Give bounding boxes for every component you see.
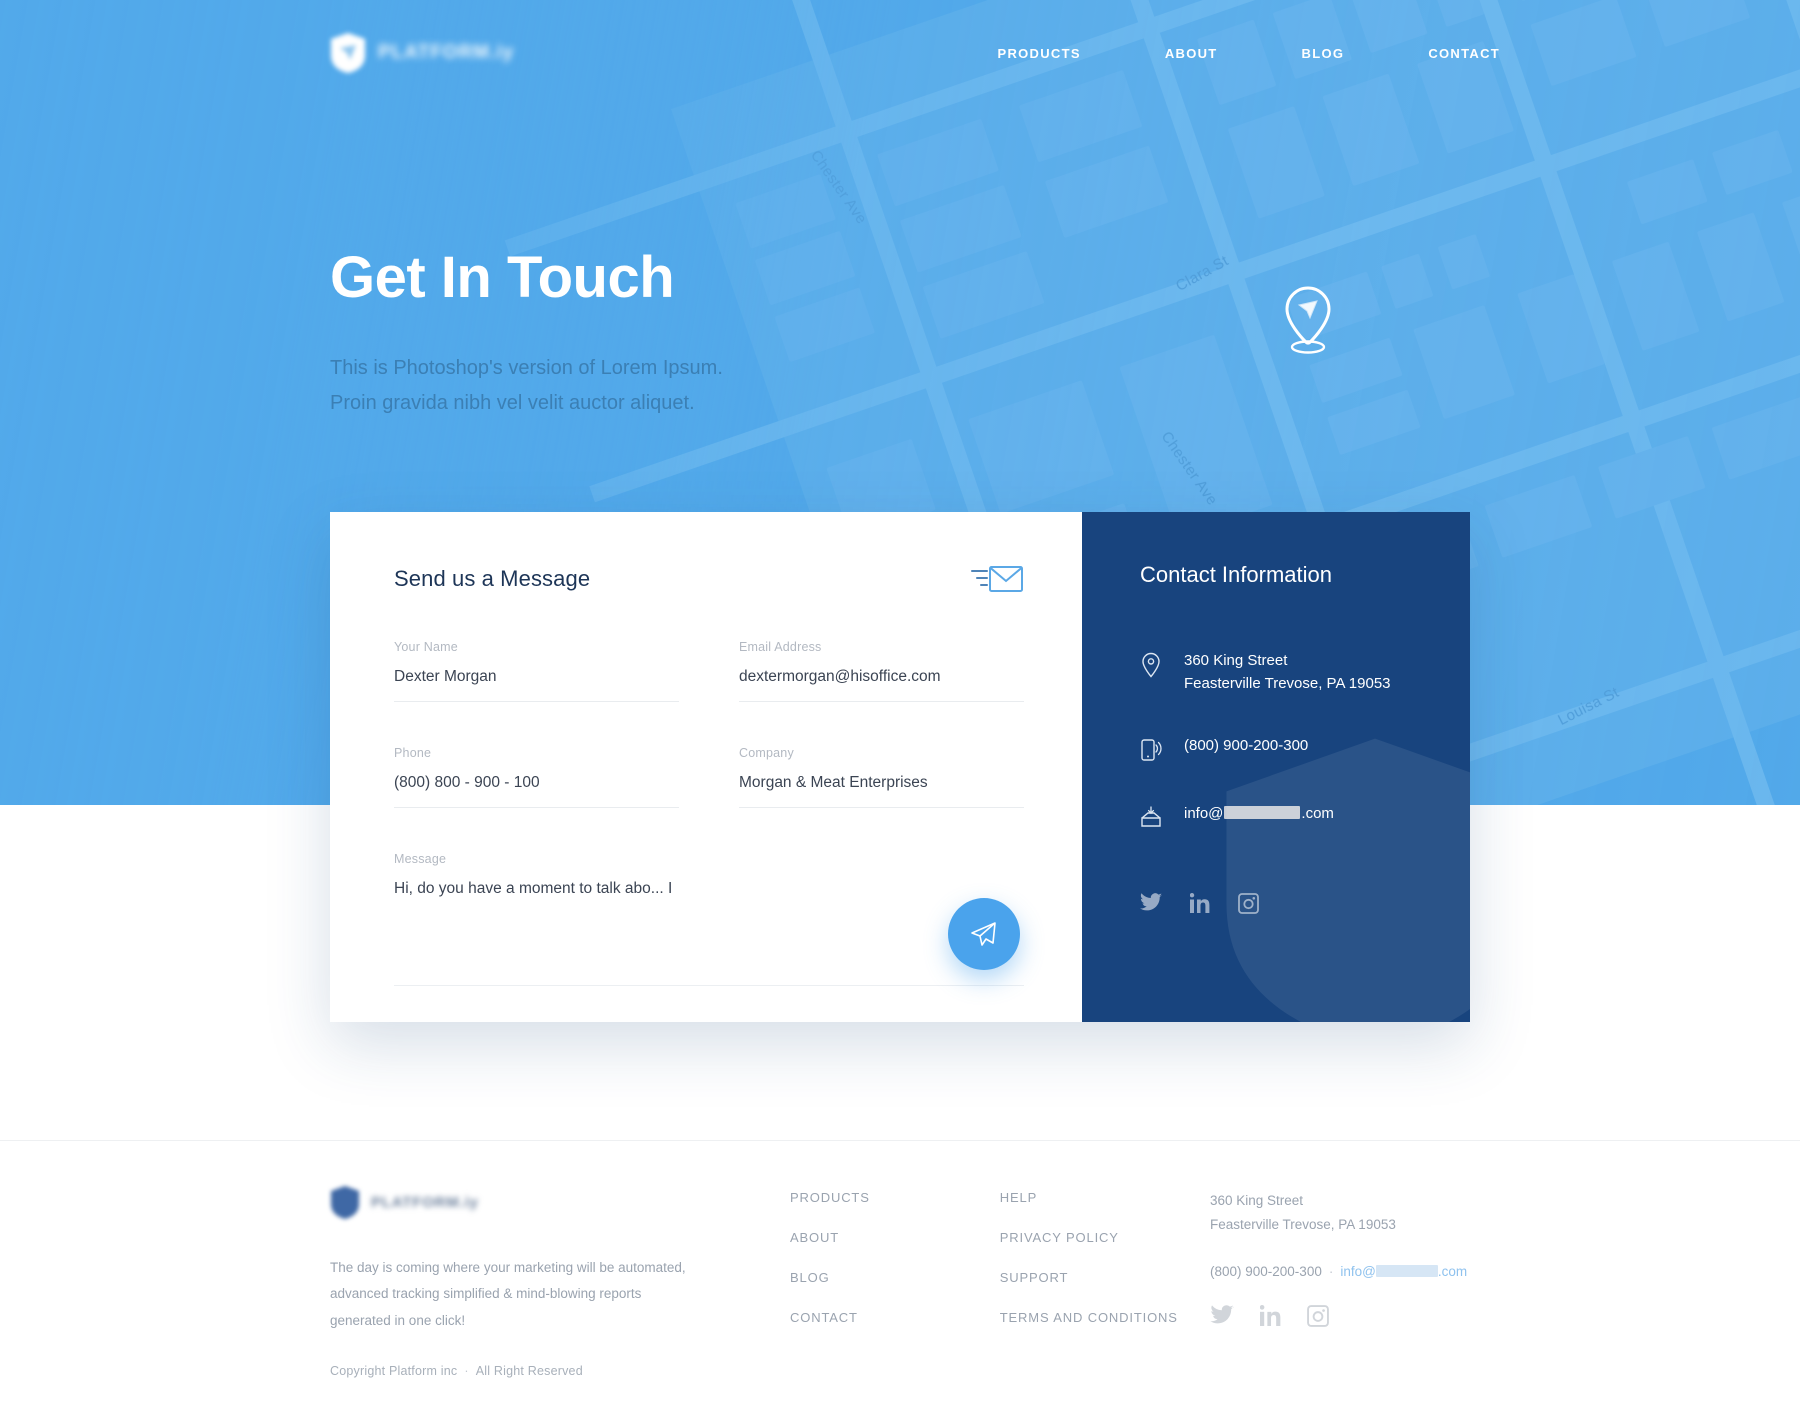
form-title: Send us a Message: [394, 566, 591, 591]
footer-copyright: Copyright Platform inc · All Right Reserve…: [330, 1364, 700, 1378]
hero-subtitle-line1: This is Photoshop's version of Lorem Ips…: [330, 356, 723, 379]
hero-text-block: Get In Touch This is Photoshop's version…: [330, 245, 723, 421]
linkedin-icon[interactable]: [1259, 1304, 1281, 1332]
footer-link-contact[interactable]: CONTACT: [790, 1310, 858, 1325]
footer-separator: ·: [464, 1363, 469, 1378]
page-title: Get In Touch: [330, 245, 675, 310]
field-your-name[interactable]: Your Name Dexter Morgan: [394, 640, 679, 702]
footer-brand-column: PLATFORM.iy The day is coming where your…: [330, 1185, 700, 1378]
mobile-phone-icon: [1141, 739, 1162, 761]
brand-logo[interactable]: PLATFORM.iy: [330, 32, 514, 74]
nav-item-blog[interactable]: BLOG: [1302, 46, 1345, 61]
linkedin-icon[interactable]: [1189, 893, 1210, 919]
input-company[interactable]: Morgan & Meat Enterprises: [739, 774, 1024, 808]
footer-contact-column: 360 King Street Feasterville Trevose, PA…: [1210, 1189, 1540, 1332]
footer-phone[interactable]: (800) 900-200-300: [1210, 1264, 1322, 1279]
field-label-phone: Phone: [394, 746, 432, 760]
footer-link-products[interactable]: PRODUCTS: [790, 1190, 870, 1205]
form-header: Send us a Message: [394, 562, 1024, 596]
form-row-2: Phone (800) 800 - 900 - 100 Company Morg…: [394, 746, 1024, 808]
footer-brand-name: PLATFORM.iy: [371, 1193, 479, 1211]
send-button[interactable]: [948, 898, 1020, 970]
footer-link-support[interactable]: SUPPORT: [1000, 1270, 1069, 1285]
twitter-icon[interactable]: [1140, 893, 1162, 919]
nav-item-products[interactable]: PRODUCTS: [997, 46, 1080, 61]
footer-links-column-1: PRODUCTS ABOUT BLOG CONTACT: [790, 1189, 870, 1349]
field-message[interactable]: Message Hi, do you have a moment to talk…: [394, 852, 1024, 986]
footer-contact-separator: ·: [1328, 1263, 1334, 1279]
footer-address-line1: 360 King Street: [1210, 1193, 1304, 1208]
inbox-mail-icon: [1141, 806, 1161, 827]
field-company[interactable]: Company Morgan & Meat Enterprises: [739, 746, 1024, 808]
field-label-company: Company: [739, 746, 794, 760]
input-phone[interactable]: (800) 800 - 900 - 100: [394, 774, 679, 808]
footer-logo[interactable]: PLATFORM.iy: [330, 1185, 700, 1219]
footer-email-prefix: info@: [1340, 1263, 1376, 1279]
footer-links-column-2: HELP PRIVACY POLICY SUPPORT TERMS AND CO…: [1000, 1189, 1178, 1349]
nav-item-contact[interactable]: CONTACT: [1428, 46, 1500, 61]
contact-info-title: Contact Information: [1140, 562, 1332, 587]
instagram-icon[interactable]: [1307, 1304, 1329, 1332]
shield-logo-icon: [331, 1186, 359, 1219]
footer-rights-text: All Right Reserved: [475, 1363, 583, 1378]
footer-description: The day is coming where your marketing w…: [330, 1260, 686, 1328]
footer-copyright-text: Copyright Platform inc: [330, 1363, 458, 1378]
message-form: Send us a Message Your Name Dexter Morga…: [330, 512, 1082, 1022]
location-pin-icon: [1142, 652, 1160, 678]
contact-address-line1: 360 King Street: [1184, 652, 1288, 669]
footer-link-privacy-policy[interactable]: PRIVACY POLICY: [1000, 1230, 1119, 1245]
form-row-3: Message Hi, do you have a moment to talk…: [394, 852, 1024, 986]
footer-email[interactable]: info@ .com: [1340, 1264, 1467, 1279]
message-underline: [394, 985, 1024, 986]
footer-link-terms[interactable]: TERMS AND CONDITIONS: [1000, 1310, 1178, 1325]
shield-logo-icon: [331, 33, 365, 73]
footer-address: 360 King Street Feasterville Trevose, PA…: [1210, 1189, 1540, 1238]
contact-information-panel: Contact Information 360 King Street Feas…: [1082, 512, 1470, 1022]
brand-name: PLATFORM.iy: [378, 42, 515, 63]
map-pin-icon: [1285, 286, 1331, 354]
instagram-icon[interactable]: [1238, 893, 1259, 919]
page-footer: PLATFORM.iy The day is coming where your…: [0, 1140, 1800, 1413]
footer-email-redacted: [1375, 1264, 1438, 1277]
footer-social-links: [1210, 1304, 1540, 1332]
footer-address-line2: Feasterville Trevose, PA 19053: [1210, 1217, 1396, 1233]
hero-subtitle-line2: Proin gravida nibh vel velit auctor aliq…: [330, 391, 695, 414]
decorative-shield-shape: [1226, 738, 1470, 1022]
field-phone[interactable]: Phone (800) 800 - 900 - 100: [394, 746, 679, 808]
field-label-message: Message: [394, 852, 447, 866]
footer-links: PRODUCTS ABOUT BLOG CONTACT HELP PRIVACY…: [790, 1189, 1178, 1349]
contact-address-text: 360 King Street Feasterville Trevose, PA…: [1184, 650, 1391, 695]
input-your-name[interactable]: Dexter Morgan: [394, 668, 679, 702]
mail-envelope-icon: [971, 566, 1023, 592]
nav-links: PRODUCTS ABOUT BLOG CONTACT: [997, 46, 1500, 61]
twitter-icon[interactable]: [1210, 1304, 1234, 1332]
field-email-address[interactable]: Email Address dextermorgan@hisoffice.com: [739, 640, 1024, 702]
form-row-1: Your Name Dexter Morgan Email Address de…: [394, 640, 1024, 702]
send-paper-plane-icon: [971, 922, 996, 946]
footer-link-blog[interactable]: BLOG: [790, 1270, 830, 1285]
nav-item-about[interactable]: ABOUT: [1165, 46, 1218, 61]
footer-contact-line: (800) 900-200-300 · info@ .com: [1210, 1264, 1540, 1279]
contact-card: Send us a Message Your Name Dexter Morga…: [330, 512, 1470, 1022]
hero-subtitle: This is Photoshop's version of Lorem Ips…: [330, 351, 723, 421]
top-navigation: PLATFORM.iy PRODUCTS ABOUT BLOG CONTACT: [0, 0, 1800, 112]
input-message[interactable]: Hi, do you have a moment to talk abo... …: [394, 880, 1024, 913]
footer-link-about[interactable]: ABOUT: [790, 1230, 839, 1245]
footer-link-help[interactable]: HELP: [1000, 1190, 1037, 1205]
contact-address: 360 King Street Feasterville Trevose, PA…: [1140, 650, 1470, 695]
footer-email-suffix: .com: [1437, 1263, 1468, 1279]
field-label-your-name: Your Name: [394, 640, 458, 654]
contact-address-line2: Feasterville Trevose, PA 19053: [1184, 674, 1391, 692]
input-email-address[interactable]: dextermorgan@hisoffice.com: [739, 668, 1024, 702]
field-label-email-address: Email Address: [739, 640, 822, 654]
